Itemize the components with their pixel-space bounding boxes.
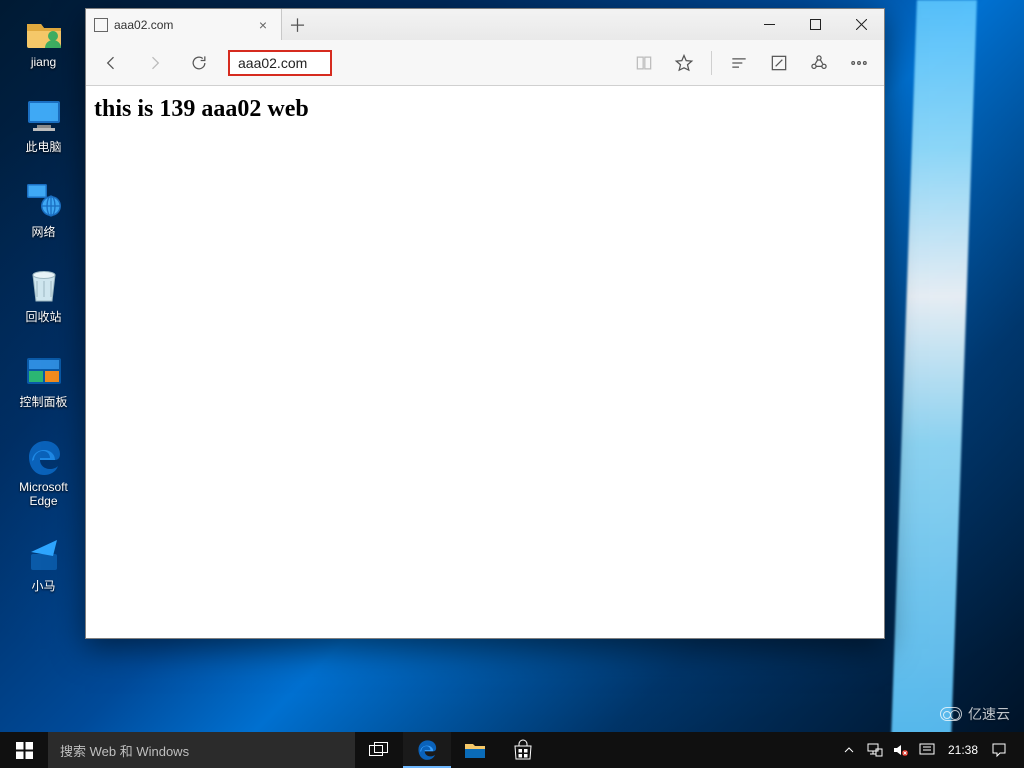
desktop-icon-label: Microsoft Edge	[19, 480, 68, 508]
address-text: aaa02.com	[238, 55, 307, 71]
desktop-icon-recycle-bin[interactable]: 回收站	[14, 265, 73, 324]
close-window-button[interactable]	[838, 9, 884, 40]
control-panel-icon	[23, 350, 65, 392]
desktop-icon-label: 回收站	[25, 310, 61, 324]
desktop-icon-xiaoma[interactable]: 小马	[14, 534, 73, 593]
minimize-button[interactable]	[746, 9, 792, 40]
task-view-button[interactable]	[355, 732, 403, 768]
action-center-button[interactable]	[988, 742, 1010, 758]
maximize-button[interactable]	[792, 9, 838, 40]
windows-icon	[16, 742, 33, 759]
clock[interactable]: 21:38	[942, 744, 984, 756]
taskbar: 搜索 Web 和 Windows 21:38	[0, 732, 1024, 768]
clock-time: 21:38	[948, 743, 978, 757]
web-note-button[interactable]	[762, 46, 796, 80]
search-box[interactable]: 搜索 Web 和 Windows	[48, 732, 355, 768]
page-heading: this is 139 aaa02 web	[94, 96, 876, 123]
favorites-button[interactable]	[667, 46, 701, 80]
recycle-bin-icon	[23, 265, 65, 307]
close-tab-button[interactable]: ×	[255, 17, 271, 33]
browser-toolbar: aaa02.com	[86, 40, 884, 86]
browser-tab[interactable]: aaa02.com ×	[86, 9, 282, 40]
this-pc-icon	[23, 95, 65, 137]
folder-icon	[464, 740, 486, 760]
more-button[interactable]	[842, 46, 876, 80]
watermark: 亿速云	[940, 704, 1010, 724]
desktop-icon-label: 小马	[31, 579, 55, 593]
desktop-icon-microsoft-edge[interactable]: Microsoft Edge	[14, 435, 73, 508]
desktop[interactable]: jiang 此电脑 网络 回收站 控制面板	[0, 0, 1024, 732]
hub-button[interactable]	[722, 46, 756, 80]
network-icon	[23, 180, 65, 222]
desktop-icon-label: jiang	[31, 55, 56, 69]
search-placeholder: 搜索 Web 和 Windows	[60, 741, 189, 760]
browser-window: aaa02.com × ＋ aaa02.com	[85, 8, 885, 639]
tray-overflow-button[interactable]	[838, 745, 860, 755]
taskbar-app-store[interactable]	[499, 732, 547, 768]
refresh-button[interactable]	[182, 46, 216, 80]
address-bar[interactable]: aaa02.com	[228, 50, 332, 76]
tray-network-icon[interactable]	[864, 743, 886, 757]
titlebar[interactable]: aaa02.com × ＋	[86, 9, 884, 40]
desktop-icon-network[interactable]: 网络	[14, 180, 73, 239]
toolbar-separator	[711, 51, 712, 75]
new-tab-button[interactable]: ＋	[282, 9, 313, 40]
watermark-icon	[940, 707, 962, 721]
taskbar-app-edge[interactable]	[403, 732, 451, 768]
desktop-icon-user-folder[interactable]: jiang	[14, 10, 73, 69]
system-tray: 21:38	[838, 732, 1024, 768]
tray-ime-icon[interactable]	[916, 743, 938, 757]
page-content: this is 139 aaa02 web	[86, 86, 884, 638]
reading-view-button[interactable]	[627, 46, 661, 80]
desktop-icon-control-panel[interactable]: 控制面板	[14, 350, 73, 409]
desktop-icon-label: 此电脑	[25, 140, 61, 154]
forward-button[interactable]	[138, 46, 172, 80]
taskbar-app-file-explorer[interactable]	[451, 732, 499, 768]
desktop-icon-label: 网络	[31, 225, 55, 239]
desktop-icons: jiang 此电脑 网络 回收站 控制面板	[14, 10, 73, 593]
desktop-icon-this-pc[interactable]: 此电脑	[14, 95, 73, 154]
watermark-text: 亿速云	[968, 704, 1010, 724]
desktop-icon-label: 控制面板	[19, 395, 67, 409]
start-button[interactable]	[0, 732, 48, 768]
user-folder-icon	[23, 10, 65, 52]
tray-volume-icon[interactable]	[890, 743, 912, 757]
tab-title: aaa02.com	[114, 18, 173, 32]
edge-icon	[23, 435, 65, 477]
page-icon	[94, 18, 108, 32]
edge-icon	[415, 737, 439, 761]
store-icon	[512, 739, 534, 761]
xiaoma-icon	[23, 534, 65, 576]
back-button[interactable]	[94, 46, 128, 80]
share-button[interactable]	[802, 46, 836, 80]
